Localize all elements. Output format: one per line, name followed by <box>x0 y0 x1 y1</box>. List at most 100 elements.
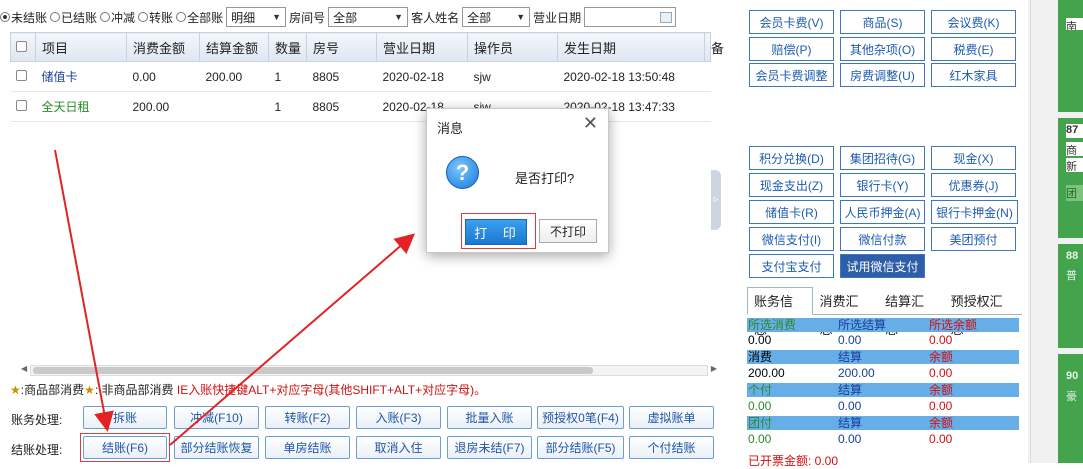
scroll-right-icon[interactable]: ▶ <box>711 364 717 373</box>
col-header[interactable]: 消费金额 <box>126 32 200 62</box>
non-goods-icon: ★ <box>84 383 95 397</box>
cash-out-button[interactable]: 现金支出(Z) <box>749 173 834 197</box>
horizontal-scrollbar[interactable]: ◀ ▶ <box>21 364 717 376</box>
misc-button[interactable]: 其他杂项(O) <box>840 37 925 61</box>
radio-unsettled[interactable]: 未结账 <box>0 9 47 26</box>
post-button[interactable]: 入账(F3) <box>356 406 441 429</box>
room-card-text[interactable]: 88 <box>1066 250 1083 264</box>
radio-circle[interactable] <box>100 12 111 22</box>
cancel-checkin-button[interactable]: 取消入住 <box>356 436 441 459</box>
member-fee-adjust-button[interactable]: 会员卡费调整 <box>749 63 834 87</box>
calendar-icon[interactable] <box>660 12 673 23</box>
no-print-button[interactable]: 不打印 <box>539 219 597 243</box>
bank-deposit-button[interactable]: 银行卡押金(N) <box>931 200 1018 224</box>
rmb-deposit-button[interactable]: 人民币押金(A) <box>840 200 925 224</box>
checkout-button[interactable]: 结账(F6) <box>83 436 167 459</box>
alipay-button[interactable]: 支付宝支付 <box>749 254 834 278</box>
group-hosting-button[interactable]: 集团招待(G) <box>840 146 925 170</box>
close-icon[interactable]: ✕ <box>583 113 598 134</box>
summary-header: 团付 结算 余额 <box>747 416 1019 430</box>
table-row[interactable]: 储值卡 0.00 200.00 1 8805 2020-02-18 sjw 20… <box>10 61 711 92</box>
col-header[interactable]: 房号 <box>306 32 377 62</box>
preauth-button[interactable]: 预授权0笔(F4) <box>537 406 624 429</box>
cash-button[interactable]: 现金(X) <box>931 146 1016 170</box>
radio-settled[interactable]: 已结账 <box>50 9 97 26</box>
tab-preauth-summary[interactable]: 预授权汇总 <box>944 287 1022 337</box>
individual-checkout-button[interactable]: 个付结账 <box>629 436 714 459</box>
partial-restore-button[interactable]: 部分结账恢复 <box>174 436 259 459</box>
radio-transfer[interactable]: 转账 <box>138 9 173 26</box>
tab-account-info[interactable]: 账务信息 <box>747 287 813 337</box>
tax-button[interactable]: 税费(E) <box>931 37 1016 61</box>
summary-value: 0.00 <box>838 399 862 413</box>
radio-circle[interactable] <box>50 12 61 22</box>
offset-button[interactable]: 冲减(F10) <box>174 406 259 429</box>
summary-values: 0.00 0.00 0.00 <box>747 333 1019 347</box>
radio-offset[interactable]: 冲减 <box>100 9 135 26</box>
cell-qty: 1 <box>268 91 307 122</box>
wechat-pay-button[interactable]: 微信支付(I) <box>749 227 834 251</box>
radio-all[interactable]: 全部账 <box>176 9 223 26</box>
panel-splitter[interactable]: ▹ <box>711 170 721 230</box>
single-room-checkout-button[interactable]: 单房结账 <box>265 436 350 459</box>
print-button[interactable]: 打 印 <box>465 219 527 245</box>
room-card-text[interactable]: 南 <box>1066 18 1083 30</box>
expand-icon[interactable]: ▹ <box>713 194 718 205</box>
room-select[interactable]: 全部 ▼ <box>328 7 409 27</box>
scroll-left-icon[interactable]: ◀ <box>21 364 27 373</box>
col-header[interactable]: 备 <box>704 32 724 62</box>
cell-time: 2020-02-18 13:50:48 <box>557 61 705 92</box>
col-header[interactable]: 发生日期 <box>557 32 705 62</box>
radio-circle[interactable] <box>0 12 10 22</box>
mode-select[interactable]: 明细 ▼ <box>226 7 287 27</box>
stored-value-button[interactable]: 储值卡(R) <box>749 200 834 224</box>
row-checkbox[interactable] <box>15 99 27 111</box>
row-checkbox[interactable] <box>15 69 27 81</box>
accounting-label: 账务处理: <box>11 413 63 427</box>
bank-card-button[interactable]: 银行卡(Y) <box>840 173 925 197</box>
select-all-checkbox[interactable] <box>16 40 27 52</box>
bizdate-input[interactable] <box>584 7 677 27</box>
chevron-down-icon: ▼ <box>394 12 404 22</box>
summary-header: 个付 结算 余额 <box>747 383 1019 397</box>
goods-button[interactable]: 商品(S) <box>840 10 925 34</box>
summary-value: 0.00 <box>838 333 862 347</box>
cell-qty: 1 <box>268 61 307 92</box>
col-header[interactable]: 营业日期 <box>376 32 468 62</box>
col-header[interactable]: 项目 <box>35 32 127 62</box>
tab-settle-summary[interactable]: 结算汇总 <box>878 287 944 337</box>
coupon-button[interactable]: 优惠券(J) <box>931 173 1016 197</box>
wechat-payment-button[interactable]: 微信付款 <box>840 227 925 251</box>
room-card-text: 普 <box>1066 267 1083 281</box>
col-header[interactable]: 结算金额 <box>199 32 269 62</box>
table-header-row: 项目 消费金额 结算金额 数量 房号 营业日期 操作员 发生日期 备 <box>10 32 724 62</box>
summary-tabs: 账务信息 消费汇总 结算汇总 预授权汇总 <box>747 287 1022 337</box>
trial-wechat-button[interactable]: 试用微信支付 <box>840 254 925 278</box>
cell-extra: 会 <box>704 61 711 92</box>
furniture-button[interactable]: 红木家具 <box>931 63 1016 87</box>
batch-post-button[interactable]: 批量入账 <box>447 406 532 429</box>
partial-checkout-button[interactable]: 部分结账(F5) <box>537 436 624 459</box>
points-redeem-button[interactable]: 积分兑换(D) <box>749 146 834 170</box>
member-fee-button[interactable]: 会员卡费(V) <box>749 10 834 34</box>
col-header[interactable]: 数量 <box>268 32 307 62</box>
room-card-text[interactable]: 90 <box>1066 370 1083 384</box>
radio-label: 已结账 <box>61 10 98 25</box>
virtual-bill-button[interactable]: 虚拟账单 <box>629 406 714 429</box>
tab-consume-summary[interactable]: 消费汇总 <box>813 287 879 337</box>
split-bill-button[interactable]: 拆账 <box>83 406 167 429</box>
guest-select[interactable]: 全部 ▼ <box>462 7 531 27</box>
meeting-fee-button[interactable]: 会议费(K) <box>931 10 1016 34</box>
scroll-thumb[interactable] <box>33 367 593 374</box>
radio-circle[interactable] <box>138 12 149 22</box>
col-header[interactable]: 操作员 <box>467 32 558 62</box>
checkout-unsettled-button[interactable]: 退房未结(F7) <box>447 436 532 459</box>
transfer-button[interactable]: 转账(F2) <box>265 406 350 429</box>
room-card-text[interactable]: 87 <box>1066 124 1083 138</box>
vertical-scrollbar[interactable] <box>1030 0 1044 463</box>
room-fee-adjust-button[interactable]: 房费调整(U) <box>840 63 925 87</box>
radio-circle[interactable] <box>176 12 187 22</box>
compensation-button[interactable]: 赔偿(P) <box>749 37 834 61</box>
meituan-prepay-button[interactable]: 美团预付 <box>931 227 1016 251</box>
row-check-cell <box>10 61 36 92</box>
